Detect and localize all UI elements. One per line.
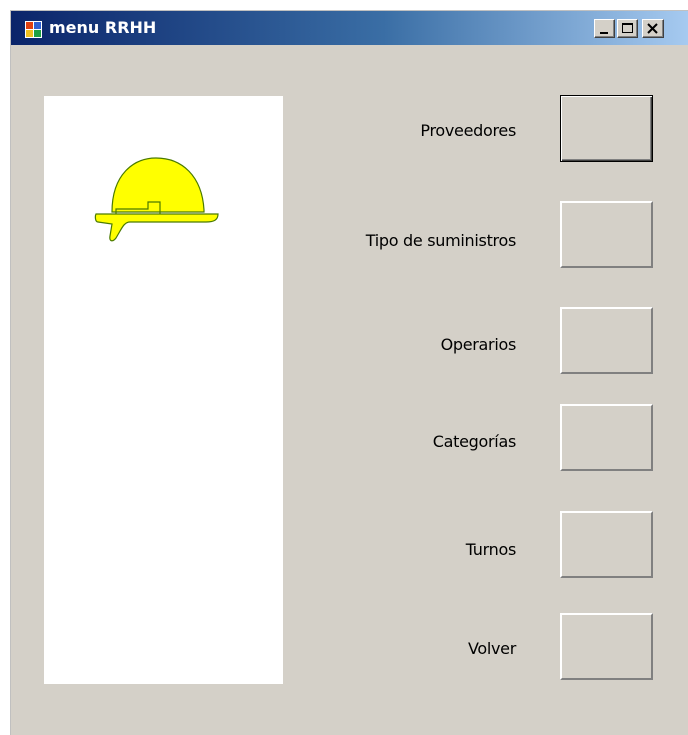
close-button[interactable] — [642, 19, 664, 38]
maximize-icon — [622, 23, 633, 33]
image-panel — [44, 96, 283, 684]
app-window: menu RRHH Proveedores Tipo de suministro… — [10, 10, 688, 735]
close-icon — [647, 23, 658, 34]
categorias-button[interactable] — [560, 404, 653, 471]
title-bar[interactable]: menu RRHH — [11, 11, 688, 45]
window-title: menu RRHH — [49, 18, 157, 37]
operarios-label: Operarios — [440, 335, 517, 354]
turnos-label: Turnos — [465, 540, 517, 559]
categorias-label: Categorías — [432, 432, 517, 451]
minimize-button[interactable] — [594, 19, 615, 38]
volver-button[interactable] — [560, 613, 653, 680]
proveedores-label: Proveedores — [420, 121, 516, 140]
proveedores-button[interactable] — [560, 95, 653, 162]
turnos-button[interactable] — [560, 511, 653, 578]
volver-label: Volver — [467, 639, 516, 658]
tipo-de-suministros-button[interactable] — [560, 201, 653, 268]
operarios-button[interactable] — [560, 307, 653, 374]
tipo-de-suministros-label: Tipo de suministros — [365, 231, 517, 250]
minimize-icon — [600, 32, 608, 34]
app-window-icon[interactable] — [25, 21, 42, 38]
maximize-button[interactable] — [617, 19, 638, 38]
hard-hat-icon — [94, 157, 219, 242]
